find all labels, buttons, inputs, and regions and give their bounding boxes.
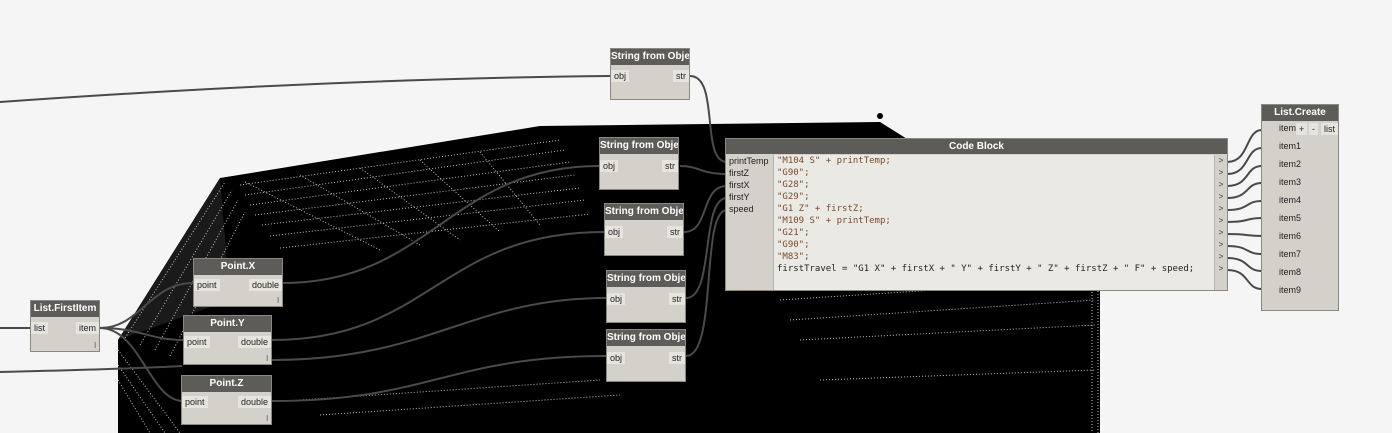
node-title: String from Object xyxy=(607,271,685,287)
item9-input-port[interactable]: item9 xyxy=(1262,284,1301,302)
code-line: "M83"; xyxy=(777,252,810,262)
code-line: "M109 S" + printTemp; xyxy=(777,216,891,226)
code-block-outputs: > > > > > > > > > > xyxy=(1215,155,1227,275)
point-input-port[interactable]: point xyxy=(194,279,220,291)
item4-input-port[interactable]: item4 xyxy=(1262,194,1301,212)
input-port-firsty[interactable]: firstY xyxy=(726,191,773,203)
node-title: String from Object xyxy=(607,330,685,346)
code-block-inputs: printTemp firstZ firstX firstY speed xyxy=(726,155,773,215)
item2-input-port[interactable]: item2 xyxy=(1262,158,1301,176)
string-from-object-node[interactable]: String from Object obj str xyxy=(610,48,690,100)
input-port-firstx[interactable]: firstX xyxy=(726,179,773,191)
code-editor[interactable]: "M104 S" + printTemp; "G90"; "G28"; "G29… xyxy=(773,155,1215,290)
output-port[interactable]: > xyxy=(1215,203,1227,215)
string-from-object-node[interactable]: String from Object obj str xyxy=(604,203,684,256)
code-line: "G21"; xyxy=(777,228,810,238)
output-port[interactable]: > xyxy=(1215,239,1227,251)
output-port[interactable]: > xyxy=(1215,263,1227,275)
list-input-port[interactable]: list xyxy=(31,322,48,334)
node-title: List.Create xyxy=(1262,105,1338,121)
node-title: String from Object xyxy=(600,138,678,154)
output-port[interactable]: > xyxy=(1215,227,1227,239)
output-port[interactable]: > xyxy=(1215,179,1227,191)
node-title: Point.Y xyxy=(184,316,271,332)
code-line: "G90"; xyxy=(777,168,810,178)
list-create-node[interactable]: List.Create item0 item1 item2 item3 item… xyxy=(1261,104,1339,311)
input-port-firstz[interactable]: firstZ xyxy=(726,167,773,179)
item1-input-port[interactable]: item1 xyxy=(1262,140,1301,158)
point-x-node[interactable]: Point.X point double l xyxy=(193,258,283,307)
code-line: "M104 S" + printTemp; xyxy=(777,156,891,166)
remove-input-button[interactable]: - xyxy=(1309,123,1318,135)
str-output-port[interactable]: str xyxy=(669,293,685,305)
string-from-object-node[interactable]: String from Object obj str xyxy=(599,137,679,190)
output-port[interactable]: > xyxy=(1215,191,1227,203)
double-output-port[interactable]: double xyxy=(248,279,282,291)
obj-input-port[interactable]: obj xyxy=(605,226,624,238)
list-output-port[interactable]: list xyxy=(1321,123,1338,135)
str-output-port[interactable]: str xyxy=(667,226,683,238)
str-output-port[interactable]: str xyxy=(673,70,689,82)
point-z-node[interactable]: Point.Z point double l xyxy=(181,375,272,425)
lacing-indicator: l xyxy=(266,354,268,363)
output-port[interactable]: > xyxy=(1215,167,1227,179)
item8-input-port[interactable]: item8 xyxy=(1262,266,1301,284)
point-input-port[interactable]: point xyxy=(184,336,210,348)
node-title: String from Object xyxy=(611,49,689,65)
double-output-port[interactable]: double xyxy=(237,336,271,348)
input-port-speed[interactable]: speed xyxy=(726,203,773,215)
item3-input-port[interactable]: item3 xyxy=(1262,176,1301,194)
node-title: Point.Z xyxy=(182,376,271,392)
item5-input-port[interactable]: item5 xyxy=(1262,212,1301,230)
point-input-port[interactable]: point xyxy=(182,396,208,408)
node-title: String from Object xyxy=(605,204,683,220)
code-line: "G90"; xyxy=(777,240,810,250)
obj-input-port[interactable]: obj xyxy=(607,293,626,305)
list-first-item-node[interactable]: List.FirstItem list item l xyxy=(30,300,100,352)
output-port[interactable]: > xyxy=(1215,251,1227,263)
code-line: "G1 Z" + firstZ; xyxy=(777,204,864,214)
item6-input-port[interactable]: item6 xyxy=(1262,230,1301,248)
obj-input-port[interactable]: obj xyxy=(607,352,626,364)
item7-input-port[interactable]: item7 xyxy=(1262,248,1301,266)
string-from-object-node[interactable]: String from Object obj str xyxy=(606,270,686,323)
input-port-printtemp[interactable]: printTemp xyxy=(726,155,773,167)
string-from-object-node[interactable]: String from Object obj str xyxy=(606,329,686,382)
lacing-indicator: l xyxy=(277,296,279,305)
double-output-port[interactable]: double xyxy=(237,396,271,408)
node-title: Point.X xyxy=(194,259,282,275)
output-port[interactable]: > xyxy=(1215,215,1227,227)
node-title: Code Block xyxy=(726,139,1227,154)
obj-input-port[interactable]: obj xyxy=(600,160,619,172)
node-title: List.FirstItem xyxy=(31,301,99,317)
point-y-node[interactable]: Point.Y point double l xyxy=(183,315,272,365)
lacing-indicator: l xyxy=(266,414,268,423)
str-output-port[interactable]: str xyxy=(662,160,678,172)
code-block-node[interactable]: Code Block printTemp firstZ firstX first… xyxy=(725,138,1228,291)
add-input-button[interactable]: + xyxy=(1296,123,1308,135)
str-output-port[interactable]: str xyxy=(669,352,685,364)
code-line: "G29"; xyxy=(777,192,810,202)
list-create-inputs: item0 item1 item2 item3 item4 item5 item… xyxy=(1262,122,1301,302)
obj-input-port[interactable]: obj xyxy=(611,70,630,82)
item-output-port[interactable]: item xyxy=(75,322,99,334)
lacing-indicator: l xyxy=(94,341,96,350)
output-port[interactable]: > xyxy=(1215,155,1227,167)
code-line: "G28"; xyxy=(777,180,810,190)
code-line: firstTravel = "G1 X" + firstX + " Y" + f… xyxy=(777,264,1195,274)
